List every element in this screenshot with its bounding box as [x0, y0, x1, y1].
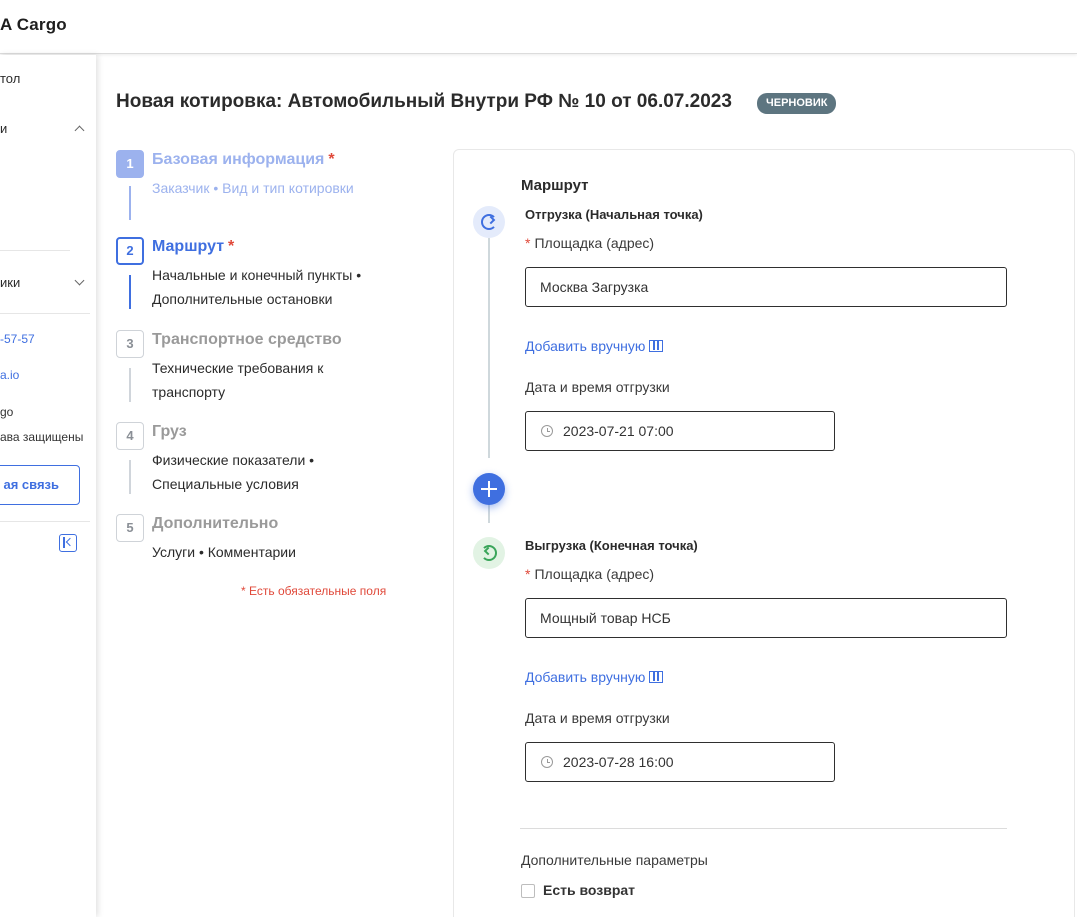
origin-subtitle: Отгрузка (Начальная точка): [525, 207, 703, 222]
support-email-link[interactable]: a.io: [0, 368, 19, 382]
origin-site-label: * Площадка (адрес): [525, 235, 655, 251]
support-phone-link[interactable]: -57-57: [0, 332, 35, 346]
destination-subtitle: Выгрузка (Конечная точка): [525, 538, 698, 553]
clock-icon: [541, 756, 553, 768]
step-description: Услуги • Комментарии: [152, 544, 296, 560]
sidebar-item-directories[interactable]: ики: [0, 275, 20, 290]
sidebar-divider: [0, 313, 90, 314]
destination-datetime-label: Дата и время отгрузки: [525, 710, 670, 726]
step-number: 3: [116, 330, 144, 358]
top-header: A Cargo: [0, 0, 1077, 54]
add-stop-button[interactable]: [473, 473, 505, 505]
collapse-sidebar-icon[interactable]: [59, 534, 77, 552]
step-number: 5: [116, 514, 144, 542]
sidebar-divider: [0, 250, 70, 251]
step-number: 4: [116, 422, 144, 450]
sidebar-item-dashboard[interactable]: тол: [0, 71, 20, 86]
step-title: Транспортное средство: [152, 331, 342, 348]
step-number: 1: [116, 150, 144, 178]
route-section-title: Маршрут: [521, 177, 589, 194]
step-description: Технические требования к транспорту: [152, 360, 324, 400]
origin-datetime-label: Дата и время отгрузки: [525, 379, 670, 395]
sidebar: тол и ики -57-57 a.io go ава защищены ая…: [0, 55, 96, 917]
destination-datetime-picker[interactable]: 2023-07-28 16:00: [525, 742, 835, 782]
chevron-up-icon[interactable]: [74, 125, 85, 136]
copyright-text: ава защищены: [0, 430, 84, 444]
step-connector: [129, 368, 131, 402]
destination-site-input[interactable]: Мощный товар НСБ: [525, 598, 1007, 638]
destination-add-manual-link[interactable]: Добавить вручную: [525, 669, 664, 685]
step-description: Физические показатели • Специальные усло…: [152, 452, 315, 492]
timeline-connector: [488, 238, 490, 458]
destination-site-label: * Площадка (адрес): [525, 566, 655, 582]
app-logo[interactable]: A Cargo: [0, 15, 67, 35]
origin-datetime-value: 2023-07-21 07:00: [563, 423, 674, 439]
origin-site-input[interactable]: Москва Загрузка: [525, 267, 1007, 307]
clock-icon: [541, 425, 553, 437]
step-title: Базовая информация *: [152, 151, 335, 168]
company-name: go: [0, 405, 14, 419]
page-title: Новая котировка: Автомобильный Внутри РФ…: [116, 91, 732, 112]
section-divider: [520, 828, 1007, 829]
origin-point-icon: [473, 206, 505, 238]
map-icon: [649, 340, 664, 352]
route-form-card: [453, 149, 1075, 917]
feedback-button[interactable]: ая связь: [0, 465, 80, 505]
extra-params-title: Дополнительные параметры: [521, 852, 708, 868]
required-fields-note: * Есть обязательные поля: [241, 584, 387, 598]
step-title: Дополнительно: [152, 515, 279, 532]
step-description: Начальные и конечный пункты • Дополнител…: [152, 267, 362, 307]
return-checkbox[interactable]: [521, 884, 535, 898]
step-description: Заказчик • Вид и тип котировки: [152, 180, 354, 196]
timeline-connector: [488, 505, 490, 523]
origin-add-manual-link[interactable]: Добавить вручную: [525, 338, 664, 354]
status-badge: ЧЕРНОВИК: [757, 93, 837, 114]
step-connector: [129, 460, 131, 494]
return-checkbox-label[interactable]: Есть возврат: [543, 882, 635, 898]
map-icon: [649, 671, 664, 683]
chevron-down-icon[interactable]: [74, 275, 85, 286]
step-title: Маршрут *: [152, 238, 235, 255]
step-connector: [129, 186, 131, 220]
step-title: Груз: [152, 423, 187, 440]
origin-datetime-picker[interactable]: 2023-07-21 07:00: [525, 411, 835, 451]
sidebar-divider: [0, 521, 90, 522]
destination-datetime-value: 2023-07-28 16:00: [563, 754, 674, 770]
step-connector: [129, 275, 131, 309]
destination-point-icon: [473, 537, 505, 569]
sidebar-item-quotes[interactable]: и: [0, 121, 7, 136]
step-number: 2: [116, 237, 144, 265]
